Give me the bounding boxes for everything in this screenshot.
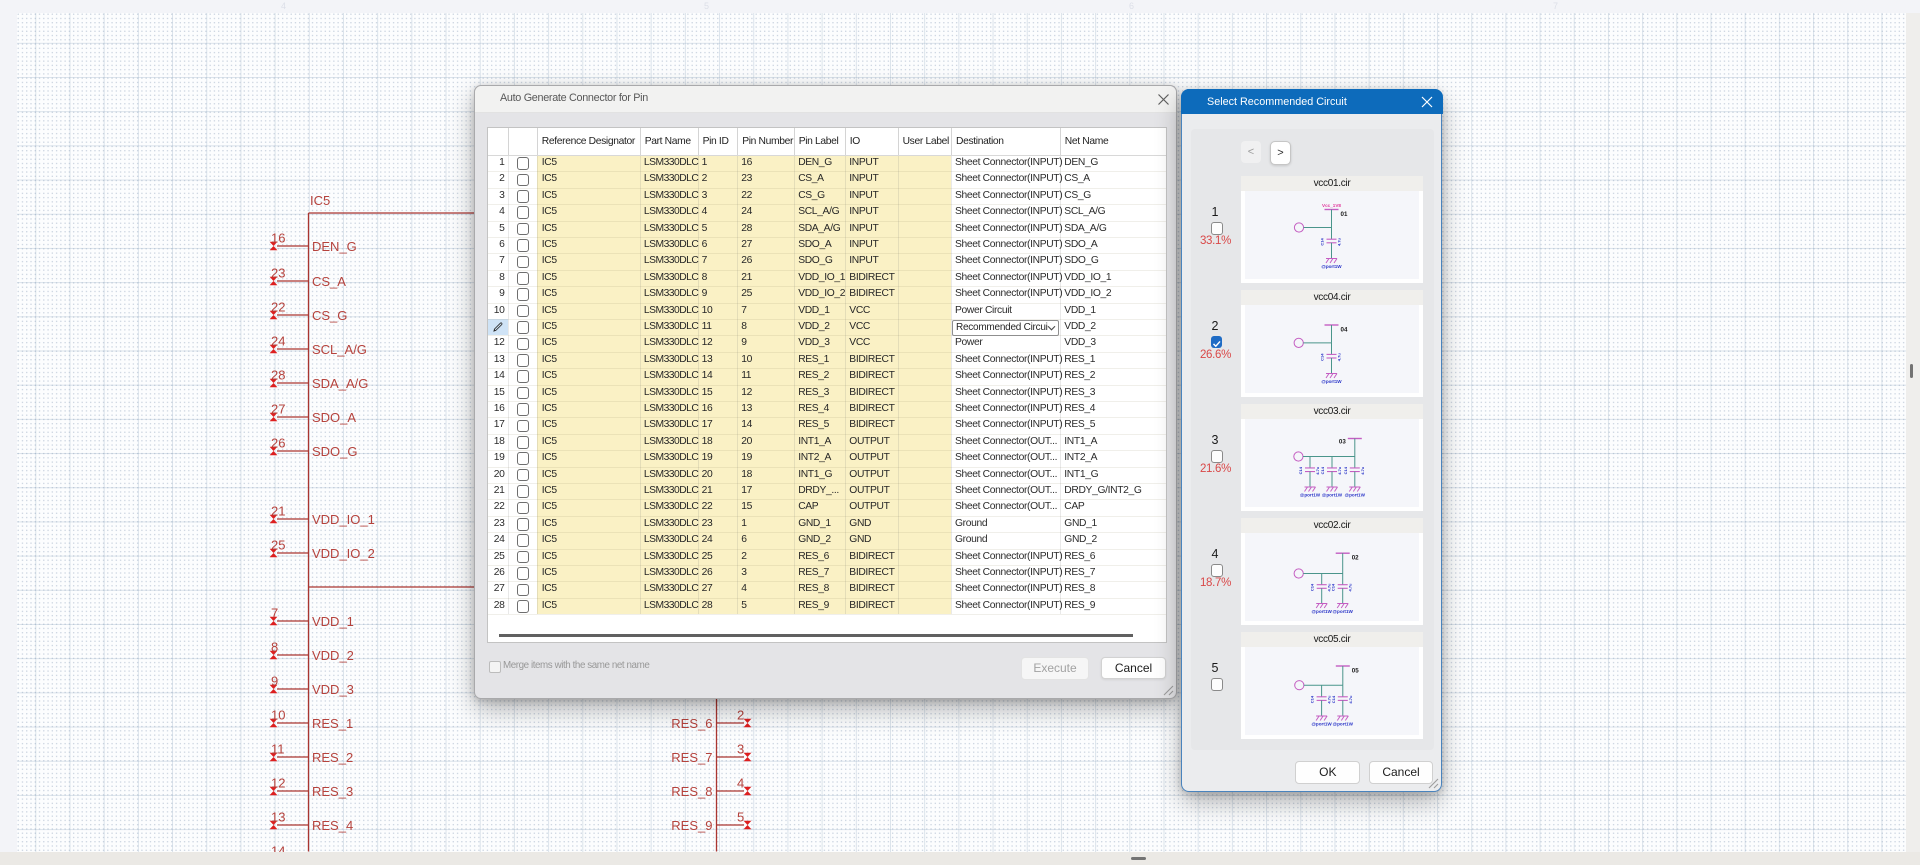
svg-text:IC5: IC5 xyxy=(310,193,330,208)
svg-text:01: 01 xyxy=(1341,211,1348,218)
svg-text:@port1W: @port1W xyxy=(1311,721,1332,726)
svg-text:22: 22 xyxy=(271,300,285,315)
svg-text:DEN_G: DEN_G xyxy=(312,239,357,254)
svg-text:RES_7: RES_7 xyxy=(671,750,712,765)
svg-text:VDD_IO_1: VDD_IO_1 xyxy=(312,512,375,527)
svg-text:4.7u: 4.7u xyxy=(1337,237,1342,246)
svg-text:13: 13 xyxy=(271,810,285,825)
svg-text:SDA_A/G: SDA_A/G xyxy=(312,376,368,391)
svg-text:C14: C14 xyxy=(1320,466,1325,474)
svg-text:@port1W: @port1W xyxy=(1321,379,1342,384)
svg-text:7: 7 xyxy=(271,606,278,621)
svg-text:2: 2 xyxy=(737,708,744,723)
svg-text:C14: C14 xyxy=(1343,466,1348,474)
svg-text:RES_9: RES_9 xyxy=(671,818,712,833)
svg-text:@port1W: @port1W xyxy=(1312,609,1333,614)
svg-text:8: 8 xyxy=(271,640,278,655)
svg-text:@port1W: @port1W xyxy=(1333,721,1354,726)
svg-text:SDO_G: SDO_G xyxy=(312,444,358,459)
svg-text:SDO_A: SDO_A xyxy=(312,410,356,425)
svg-text:RES_2: RES_2 xyxy=(312,750,353,765)
svg-text:RES_1: RES_1 xyxy=(312,716,353,731)
svg-text:VDD_3: VDD_3 xyxy=(312,682,354,697)
svg-text:9: 9 xyxy=(271,674,278,689)
svg-text:04: 04 xyxy=(1341,326,1348,333)
svg-text:12: 12 xyxy=(271,776,285,791)
svg-text:5: 5 xyxy=(737,810,744,825)
svg-text:CS_A: CS_A xyxy=(312,274,346,289)
svg-text:C14: C14 xyxy=(1320,237,1325,245)
svg-text:4.7u: 4.7u xyxy=(1348,695,1353,704)
svg-text:Vcc_1V8: Vcc_1V8 xyxy=(1322,203,1341,208)
svg-text:C14: C14 xyxy=(1298,466,1303,474)
svg-text:SCL_A/G: SCL_A/G xyxy=(312,342,367,357)
svg-text:05: 05 xyxy=(1352,667,1359,674)
svg-text:@port1W: @port1W xyxy=(1345,492,1366,497)
svg-text:CS_G: CS_G xyxy=(312,308,347,323)
svg-text:21: 21 xyxy=(271,504,285,519)
svg-text:C14: C14 xyxy=(1331,695,1336,703)
svg-text:4.7u: 4.7u xyxy=(1360,466,1365,475)
svg-text:@port1W: @port1W xyxy=(1333,609,1354,614)
svg-text:C14: C14 xyxy=(1331,583,1336,591)
svg-text:27: 27 xyxy=(271,402,285,417)
svg-text:VDD_1: VDD_1 xyxy=(312,614,354,629)
svg-text:@port1W: @port1W xyxy=(1300,492,1321,497)
svg-text:4.7u: 4.7u xyxy=(1337,466,1342,475)
svg-text:11: 11 xyxy=(271,742,285,757)
svg-text:26: 26 xyxy=(271,436,285,451)
svg-text:25: 25 xyxy=(271,538,285,553)
svg-text:16: 16 xyxy=(271,231,285,246)
svg-text:C14: C14 xyxy=(1310,583,1315,591)
svg-text:@port1W: @port1W xyxy=(1321,264,1342,269)
svg-text:@port1W: @port1W xyxy=(1322,492,1343,497)
svg-text:RES_3: RES_3 xyxy=(312,784,353,799)
svg-text:4: 4 xyxy=(737,776,744,791)
svg-text:24: 24 xyxy=(271,334,285,349)
svg-text:4.7u: 4.7u xyxy=(1348,582,1353,591)
svg-text:C14: C14 xyxy=(1310,695,1315,703)
svg-text:RES_8: RES_8 xyxy=(671,784,712,799)
svg-text:3: 3 xyxy=(737,742,744,757)
svg-text:02: 02 xyxy=(1352,554,1359,561)
svg-text:VDD_IO_2: VDD_IO_2 xyxy=(312,546,375,561)
svg-text:RES_6: RES_6 xyxy=(671,716,712,731)
svg-text:23: 23 xyxy=(271,266,285,281)
svg-text:RES_4: RES_4 xyxy=(312,818,353,833)
svg-text:03: 03 xyxy=(1339,438,1346,445)
svg-text:10: 10 xyxy=(271,708,285,723)
svg-text:28: 28 xyxy=(271,368,285,383)
svg-text:4.7u: 4.7u xyxy=(1337,352,1342,361)
svg-text:14: 14 xyxy=(271,844,285,852)
svg-text:VDD_2: VDD_2 xyxy=(312,648,354,663)
svg-text:C14: C14 xyxy=(1320,352,1325,360)
